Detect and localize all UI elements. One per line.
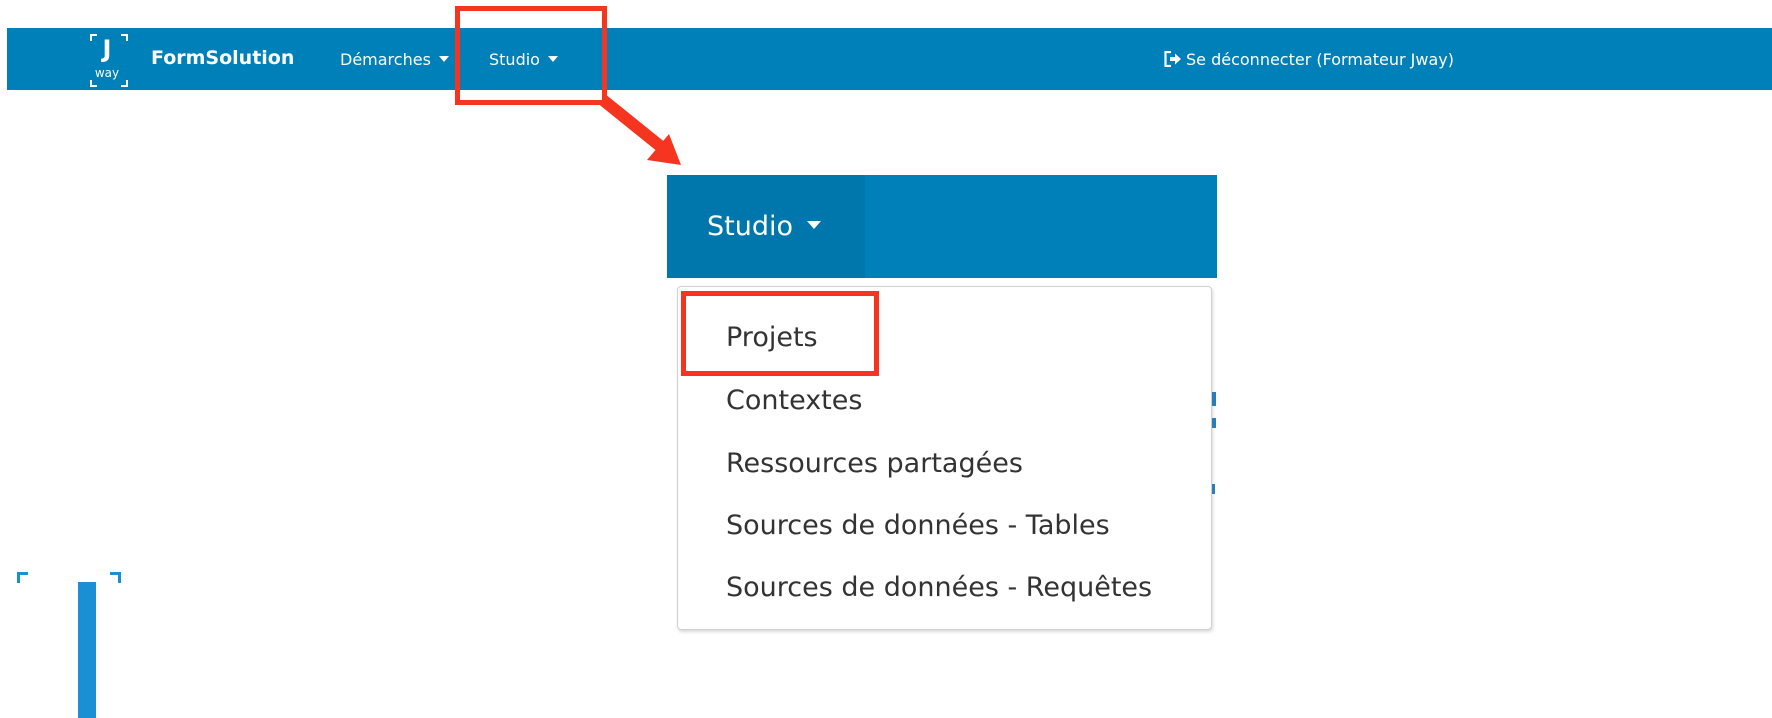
highlight-box-studio — [455, 6, 607, 105]
menu-item-sources-requetes[interactable]: Sources de données - Requêtes — [726, 571, 1152, 605]
studio-toggle-label: Studio — [707, 211, 793, 242]
annotation-arrow — [599, 95, 681, 165]
caret-down-icon — [807, 221, 821, 229]
jway-logo[interactable]: J way — [84, 32, 136, 88]
studio-dropdown-toggle[interactable]: Studio — [667, 175, 865, 278]
large-jway-logo — [0, 560, 130, 718]
background-content-mark — [1212, 484, 1215, 494]
background-content-mark — [1212, 418, 1216, 428]
highlight-box-projets — [681, 291, 879, 376]
background-content-mark — [1212, 392, 1216, 406]
nav-menu-demarches[interactable]: Démarches — [340, 50, 449, 70]
zoomed-navbar: Studio — [667, 175, 1217, 278]
top-navbar: J way FormSolution Démarches Studio Se d… — [7, 28, 1772, 90]
menu-item-sources-tables[interactable]: Sources de données - Tables — [726, 509, 1110, 543]
menu-item-ressources-partagees[interactable]: Ressources partagées — [726, 447, 1023, 481]
logout-link[interactable]: Se déconnecter (Formateur Jway) — [1164, 49, 1454, 71]
logo-letter: J — [102, 35, 112, 63]
caret-down-icon — [438, 56, 449, 62]
logo-subtext: way — [94, 66, 120, 80]
logout-label: Se déconnecter (Formateur Jway) — [1186, 50, 1454, 69]
nav-menu-demarches-label: Démarches — [340, 50, 431, 69]
brand-name[interactable]: FormSolution — [151, 46, 294, 70]
menu-item-contextes[interactable]: Contextes — [726, 384, 862, 418]
sign-out-icon — [1164, 51, 1181, 67]
